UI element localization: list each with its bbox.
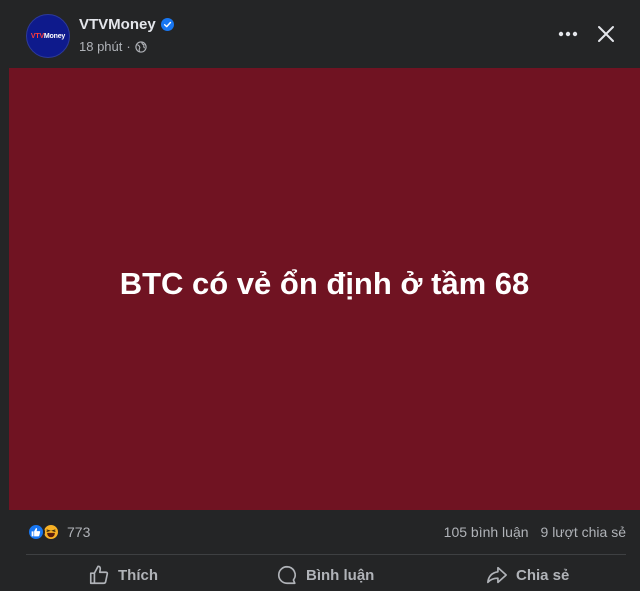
post-stats: 773 105 bình luận 9 lượt chia sẻ: [0, 510, 640, 554]
separator-dot: ·: [126, 39, 131, 54]
verified-badge-icon: [160, 18, 174, 31]
close-button[interactable]: [592, 20, 620, 48]
share-label: Chia sẻ: [516, 566, 570, 584]
page-name-label[interactable]: VTVMoney: [79, 16, 156, 33]
comment-button[interactable]: Bình luận: [276, 564, 374, 586]
post-actions: Thích Bình luận Chia sẻ: [0, 560, 640, 591]
avatar[interactable]: VTVMoney: [26, 14, 70, 58]
share-button[interactable]: Chia sẻ: [486, 564, 569, 586]
comment-icon: [278, 565, 296, 585]
avatar-logo-text: VTVMoney: [30, 32, 66, 40]
post-header: VTVMoney VTVMoney 18 phút ·: [0, 0, 640, 68]
post-meta: 18 phút ·: [79, 39, 147, 54]
page-name[interactable]: VTVMoney: [79, 16, 174, 33]
thumbs-up-icon: [89, 565, 109, 585]
share-arrow-icon: [487, 566, 507, 584]
post-media-text: BTC có vẻ ổn định ở tầm 68: [119, 266, 530, 301]
post-media[interactable]: BTC có vẻ ổn định ở tầm 68: [9, 68, 640, 510]
reactions-summary[interactable]: 773: [27, 523, 90, 541]
globe-icon: [135, 40, 147, 53]
comment-label: Bình luận: [306, 566, 375, 584]
shares-count[interactable]: 9 lượt chia sẻ: [541, 524, 626, 540]
like-icon: [27, 523, 45, 541]
divider: [26, 554, 626, 555]
reaction-count[interactable]: 773: [67, 524, 90, 540]
more-dots-icon: [558, 31, 578, 37]
close-icon: [598, 26, 614, 42]
like-button[interactable]: Thích: [88, 564, 158, 586]
like-label: Thích: [118, 566, 158, 584]
engagement-counts: 105 bình luận 9 lượt chia sẻ: [444, 524, 626, 540]
timestamp[interactable]: 18 phút: [79, 39, 122, 54]
more-options-button[interactable]: [552, 22, 584, 46]
comments-count[interactable]: 105 bình luận: [444, 524, 529, 540]
